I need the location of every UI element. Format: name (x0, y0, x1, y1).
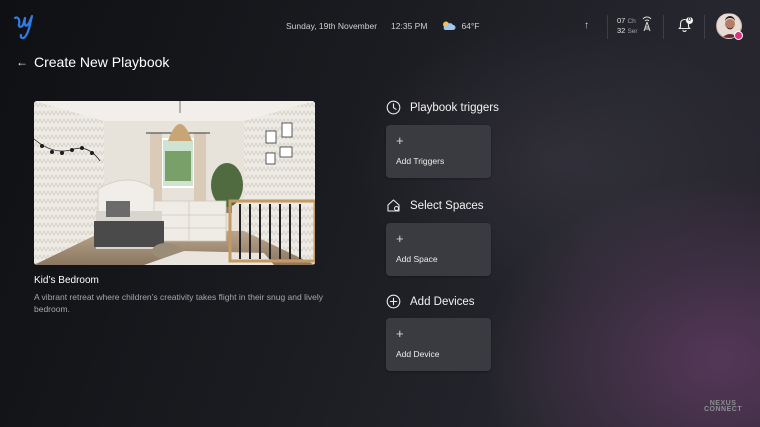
room-title: Kid’s Bedroom (34, 275, 99, 286)
home-icon (387, 199, 400, 212)
devices-heading-text: Add Devices (410, 295, 475, 308)
brand-logo: NEXUS CONNECT (704, 400, 743, 413)
partly-cloudy-icon (443, 21, 456, 30)
add-triggers-label: Add Triggers (396, 156, 445, 166)
status-bottom-value: 32 (617, 26, 626, 35)
spaces-heading-text: Select Spaces (410, 199, 484, 212)
plus-icon: + (396, 231, 404, 246)
triggers-heading-text: Playbook triggers (410, 101, 499, 114)
section-triggers-heading: Playbook triggers (386, 100, 499, 115)
notification-badge: 0 (686, 17, 693, 24)
arrow-up-icon[interactable]: ↑ (584, 20, 589, 31)
datetime-bar: Sunday, 19th November 12:35 PM 64°F (286, 20, 479, 31)
back-arrow-icon[interactable]: ← (16, 55, 28, 69)
time-text: 12:35 PM (391, 20, 428, 31)
divider (607, 15, 608, 39)
add-device-button[interactable]: + Add Device (386, 318, 491, 371)
section-devices-heading: Add Devices (386, 294, 475, 309)
add-device-label: Add Device (396, 349, 440, 359)
app-logo[interactable] (12, 12, 38, 40)
signal-tower-icon (642, 16, 652, 32)
status-top-unit: Ch (627, 18, 636, 25)
avatar-status-badge (734, 31, 743, 40)
status-counts: 07 Ch 32 Ser (617, 16, 638, 36)
add-space-button[interactable]: + Add Space (386, 223, 491, 276)
room-image (34, 101, 315, 265)
room-description: A vibrant retreat where children’s creat… (34, 292, 323, 314)
divider (704, 15, 705, 39)
divider (663, 15, 664, 39)
add-triggers-button[interactable]: + Add Triggers (386, 125, 491, 178)
plus-icon: + (396, 133, 404, 148)
temperature-text: 64°F (461, 20, 480, 31)
section-spaces-heading: Select Spaces (386, 198, 484, 213)
date-text: Sunday, 19th November (286, 20, 378, 31)
brand-line2: CONNECT (704, 406, 743, 413)
clock-icon (386, 100, 401, 115)
plus-icon: + (396, 326, 404, 341)
add-space-label: Add Space (396, 254, 438, 264)
weather: 64°F (441, 20, 479, 31)
status-bottom-unit: Ser (627, 28, 638, 35)
plus-circle-icon (386, 294, 401, 309)
bedroom-illustration (34, 101, 315, 265)
status-top-value: 07 (617, 16, 626, 25)
page-title: Create New Playbook (34, 54, 170, 70)
